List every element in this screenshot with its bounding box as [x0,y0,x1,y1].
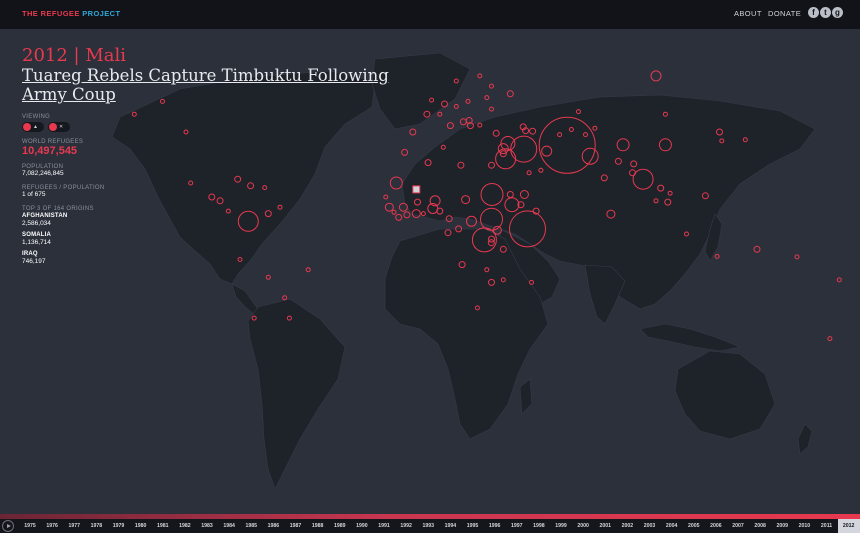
timeline-year-1997[interactable]: 1997 [506,519,528,533]
view-displaced-button[interactable]: ✕ [48,122,70,132]
timeline-year-1982[interactable]: 1982 [174,519,196,533]
view-refugees-button[interactable]: ▲ [22,122,44,132]
timeline-year-1996[interactable]: 1996 [484,519,506,533]
twitter-icon[interactable]: t [820,7,831,18]
refugee-bubble[interactable] [650,70,662,82]
refugee-bubble[interactable] [437,111,443,117]
ratio-value: 1 of 675 [22,191,46,198]
nav-donate-link[interactable]: DONATE [768,9,801,18]
timeline-year-2012[interactable]: 2012 [837,519,860,533]
timeline-year-1988[interactable]: 1988 [307,519,329,533]
refugee-bubble[interactable] [477,73,483,79]
timeline-year-2010[interactable]: 2010 [793,519,815,533]
origin-1-name: AFGHANISTAN [22,213,68,219]
land-australia [674,350,776,440]
refugee-bubble[interactable] [453,104,459,109]
timeline-year-1992[interactable]: 1992 [395,519,417,533]
land-south-america [247,298,346,490]
land-madagascar [519,378,533,415]
top-origins-label: TOP 3 OF 164 ORIGINS [22,206,94,212]
brand-logo[interactable]: THE REFUGEE PROJECT [22,9,120,18]
timeline-year-2003[interactable]: 2003 [639,519,661,533]
timeline-year-2001[interactable]: 2001 [594,519,616,533]
nav-about-link[interactable]: ABOUT [734,9,762,18]
timeline-year-1979[interactable]: 1979 [108,519,130,533]
timeline-year-1986[interactable]: 1986 [262,519,284,533]
origin-2-name: SOMALIA [22,232,52,238]
timeline-year-1999[interactable]: 1999 [550,519,572,533]
refugee-bubble[interactable] [714,253,720,259]
viewing-label: VIEWING [22,114,51,120]
timeline-year-1989[interactable]: 1989 [329,519,351,533]
timeline-year-1975[interactable]: 1975 [19,519,41,533]
timeline-year-1980[interactable]: 1980 [130,519,152,533]
story-title-link[interactable]: Tuareg Rebels Capture Timbuktu Following… [22,66,417,104]
timeline-year-1990[interactable]: 1990 [351,519,373,533]
timeline-year-1995[interactable]: 1995 [462,519,484,533]
timeline-year-2008[interactable]: 2008 [749,519,771,533]
refugee-bubble[interactable] [794,254,800,260]
brand-part1: THE REFUGEE [22,9,80,18]
timeline-year-2011[interactable]: 2011 [816,519,838,533]
brand-part2: PROJECT [82,9,121,18]
timeline-year-2000[interactable]: 2000 [572,519,594,533]
timeline-year-2004[interactable]: 2004 [661,519,683,533]
refugee-bubble[interactable] [465,98,471,104]
refugee-bubble[interactable] [282,295,288,301]
land-new-zealand [797,423,813,455]
refugee-bubble[interactable] [305,267,311,273]
refugee-bubble[interactable] [446,122,454,130]
timeline-years: 1975 1976 1977 1978 1979 1980 1981 1982 1983 1984… [19,519,860,533]
timeline-year-2002[interactable]: 2002 [616,519,638,533]
refugee-bubble[interactable] [484,95,490,101]
timeline-year-1991[interactable]: 1991 [373,519,395,533]
play-button[interactable] [2,520,14,532]
facebook-icon[interactable]: f [808,7,819,18]
timeline-year-1985[interactable]: 1985 [240,519,262,533]
land-indonesia [639,323,742,352]
viewing-toggle: ▲ ✕ [22,122,422,132]
timeline-year-1976[interactable]: 1976 [41,519,63,533]
top-bar: THE REFUGEE PROJECT ABOUT DONATE f t g [0,0,860,29]
timeline-year-1993[interactable]: 1993 [417,519,439,533]
timeline-year-2009[interactable]: 2009 [771,519,793,533]
origin-2-value: 1,136,714 [22,239,51,246]
origin-3-value: 746,197 [22,258,46,265]
refugees-person-icon [23,123,31,131]
story-panel: 2012 | Mali Tuareg Rebels Capture Timbuk… [22,46,422,266]
story-year-country: 2012 | Mali [22,45,126,66]
timeline: 1975 1976 1977 1978 1979 1980 1981 1982 1983 1984… [0,519,860,533]
refugee-bubble[interactable] [459,118,467,126]
refugee-bubble[interactable] [753,245,761,253]
origin-3-name: IRAQ [22,251,38,257]
timeline-year-1998[interactable]: 1998 [528,519,550,533]
timeline-year-1978[interactable]: 1978 [85,519,107,533]
refugee-bubble[interactable] [265,274,271,280]
timeline-year-1977[interactable]: 1977 [63,519,85,533]
refugee-bubble[interactable] [836,277,842,283]
timeline-year-1994[interactable]: 1994 [439,519,461,533]
view-displaced-glyph: ✕ [59,124,64,130]
google-plus-icon[interactable]: g [832,7,843,18]
world-refugees-value: 10,497,545 [22,145,78,157]
timeline-year-1981[interactable]: 1981 [152,519,174,533]
displaced-person-icon [49,123,57,131]
timeline-year-1987[interactable]: 1987 [285,519,307,533]
refugee-bubble[interactable] [489,106,494,112]
view-refugees-glyph: ▲ [33,124,38,130]
timeline-year-2006[interactable]: 2006 [705,519,727,533]
refugee-bubble[interactable] [506,90,514,98]
timeline-year-1984[interactable]: 1984 [218,519,240,533]
population-value: 7,082,246,845 [22,170,64,177]
origin-1-value: 2,586,034 [22,220,51,227]
timeline-year-2007[interactable]: 2007 [727,519,749,533]
refugee-bubble[interactable] [827,336,833,342]
refugee-bubble[interactable] [489,83,494,89]
timeline-year-2005[interactable]: 2005 [683,519,705,533]
timeline-year-1983[interactable]: 1983 [196,519,218,533]
